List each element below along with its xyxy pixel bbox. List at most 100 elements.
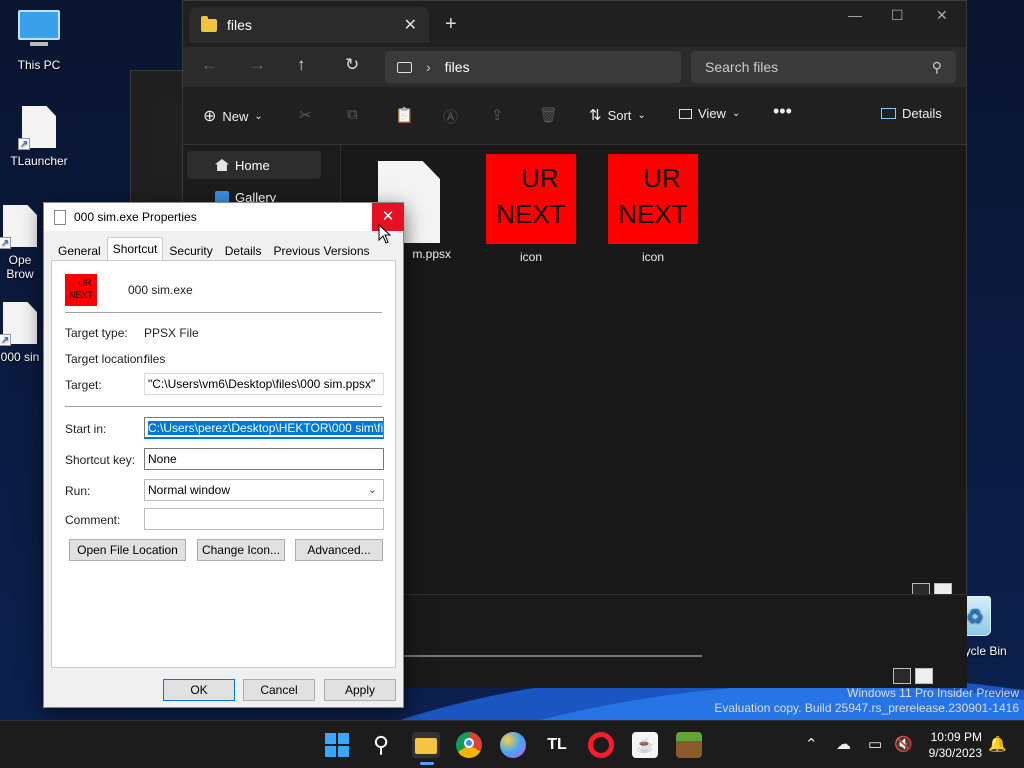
search-button[interactable]: ⚲: [368, 732, 394, 758]
run-label: Run:: [65, 484, 91, 498]
shortcut-icon-line2: NEXT: [68, 290, 93, 300]
target-location-label: Target location:: [65, 352, 147, 366]
tab-previous-versions[interactable]: Previous Versions: [267, 239, 375, 261]
start-in-field[interactable]: C:\Users\perez\Desktop\HEKTOR\000 sim\fi…: [144, 417, 384, 439]
taskbar-opera[interactable]: [588, 732, 614, 758]
change-icon-button[interactable]: Change Icon...: [197, 539, 285, 561]
file-item-icon[interactable]: UR NEXT icon: [605, 154, 701, 264]
desktop-icon-label: TLauncher: [10, 154, 68, 168]
file-item-icon[interactable]: UR NEXT icon: [483, 154, 579, 264]
tab-details[interactable]: Details: [219, 239, 268, 261]
new-tab-button[interactable]: +: [445, 13, 457, 36]
search-icon: ⚲: [931, 58, 942, 75]
ok-button[interactable]: OK: [163, 679, 235, 701]
target-location-value: files: [144, 352, 166, 366]
thumbnail-text-line1: UR: [643, 163, 681, 193]
rename-icon[interactable]: Ⓐ: [443, 106, 458, 127]
clock[interactable]: 10:09 PM 9/30/2023: [912, 729, 982, 761]
taskbar-paint[interactable]: [500, 732, 526, 758]
chevron-down-icon: ⌄: [731, 108, 741, 119]
desktop-icon-label: This PC: [17, 58, 61, 72]
shortcut-panel: UR NEXT 000 sim.exe Target type: PPSX Fi…: [51, 260, 396, 668]
desktop-icon-000-sim[interactable]: ↗ 000 sin: [0, 302, 44, 364]
dialog-titlebar[interactable]: 000 sim.exe Properties: [44, 203, 403, 231]
maximize-button[interactable]: ☐: [891, 7, 904, 24]
start-in-value: C:\Users\perez\Desktop\HEKTOR\000 sim\fi…: [148, 421, 383, 435]
details-button[interactable]: Details: [881, 106, 942, 121]
sort-label: Sort: [607, 107, 632, 123]
sidebar-item-label: Home: [235, 157, 270, 173]
details-view-icon[interactable]: [893, 668, 911, 684]
home-icon: [215, 159, 229, 171]
tab-shortcut[interactable]: Shortcut: [106, 237, 164, 261]
network-icon[interactable]: ▭: [868, 735, 882, 753]
document-icon: ↗: [18, 106, 60, 150]
target-field[interactable]: "C:\Users\vm6\Desktop\files\000 sim.ppsx…: [144, 373, 384, 395]
chrome-icon: [464, 738, 474, 748]
tab-title: files: [227, 17, 252, 33]
taskbar-chrome[interactable]: [456, 732, 482, 758]
apply-button[interactable]: Apply: [324, 679, 396, 701]
tab-security[interactable]: Security: [163, 239, 218, 261]
run-select[interactable]: Normal window ⌄: [144, 479, 384, 501]
monitor-icon: [18, 10, 60, 54]
comment-field[interactable]: [144, 508, 384, 530]
cloud-icon[interactable]: ☁: [836, 735, 851, 753]
desktop-icon-tlauncher[interactable]: ↗ TLauncher: [1, 106, 77, 168]
taskbar-java[interactable]: ☕: [632, 732, 658, 758]
dialog-title: 000 sim.exe Properties: [74, 210, 197, 224]
minimize-button[interactable]: —: [848, 7, 862, 23]
new-label: New: [222, 108, 249, 124]
cut-icon[interactable]: ✂: [299, 106, 312, 124]
up-arrow-icon[interactable]: ↑: [297, 55, 306, 75]
details-label: Details: [902, 106, 942, 121]
address-bar[interactable]: › files: [385, 51, 681, 83]
taskbar-tlauncher[interactable]: TL: [544, 732, 570, 758]
image-thumbnail: UR NEXT: [486, 154, 576, 244]
share-icon[interactable]: ⇪: [491, 106, 504, 124]
chevron-down-icon: ⌄: [367, 484, 377, 496]
close-tab-icon[interactable]: ✕: [404, 15, 417, 35]
explorer-tab-files[interactable]: files ✕: [189, 7, 429, 43]
plus-circle-icon: ⊕: [203, 108, 217, 125]
close-window-button[interactable]: ✕: [936, 7, 948, 24]
start-in-label: Start in:: [65, 422, 107, 436]
taskbar-file-explorer[interactable]: [412, 732, 440, 765]
volume-muted-icon[interactable]: 🔇: [894, 735, 913, 753]
document-icon: ↗: [0, 205, 41, 249]
sort-button[interactable]: ⇅ Sort ⌄: [589, 106, 646, 124]
paste-icon[interactable]: 📋: [395, 106, 414, 124]
more-options-icon[interactable]: •••: [773, 101, 792, 122]
navigation-bar: ← → ↑ ↻ › files Search files ⚲: [183, 47, 966, 87]
properties-dialog[interactable]: 000 sim.exe Properties ✕ General Shortcu…: [43, 202, 404, 708]
open-file-location-button[interactable]: Open File Location: [69, 539, 186, 561]
sidebar-item-home[interactable]: Home: [187, 151, 321, 179]
taskbar-minecraft[interactable]: [676, 732, 702, 758]
breadcrumb-files[interactable]: files: [445, 59, 470, 75]
explorer-titlebar[interactable]: files ✕ + — ☐ ✕: [183, 1, 966, 47]
chevron-up-icon[interactable]: ⌃: [805, 735, 818, 753]
document-icon: [54, 209, 66, 225]
shortcut-icon-line1: UR: [78, 278, 92, 288]
advanced-button[interactable]: Advanced...: [295, 539, 383, 561]
search-input[interactable]: Search files ⚲: [691, 51, 956, 83]
refresh-icon[interactable]: ↻: [345, 55, 359, 75]
new-button[interactable]: ⊕ New ⌄: [203, 106, 263, 126]
back-arrow-icon[interactable]: ←: [201, 55, 218, 75]
desktop-icon-opera-browser[interactable]: ↗ Ope Brow: [0, 205, 44, 281]
copy-icon[interactable]: ⧉: [347, 106, 358, 123]
view-button[interactable]: View ⌄: [679, 106, 740, 121]
large-icons-view-icon[interactable]: [915, 668, 933, 684]
delete-icon[interactable]: 🗑: [539, 106, 558, 124]
start-button[interactable]: [324, 732, 350, 758]
shortcut-key-field[interactable]: None: [144, 448, 384, 470]
clock-date: 9/30/2023: [928, 746, 982, 760]
desktop-icon-this-pc[interactable]: This PC: [1, 10, 77, 72]
cancel-button[interactable]: Cancel: [243, 679, 315, 701]
tab-general[interactable]: General: [52, 239, 107, 261]
folder-icon: [415, 738, 437, 754]
taskbar: ⚲ TL ☕ ⌃ ☁ ▭ 🔇 10:09 PM 9/30/2023 🔔: [0, 720, 1024, 768]
notification-bell-icon[interactable]: 🔔: [988, 735, 1007, 753]
forward-arrow-icon[interactable]: →: [249, 55, 266, 75]
evaluation-watermark: Windows 11 Pro Insider Preview Evaluatio…: [714, 686, 1019, 716]
